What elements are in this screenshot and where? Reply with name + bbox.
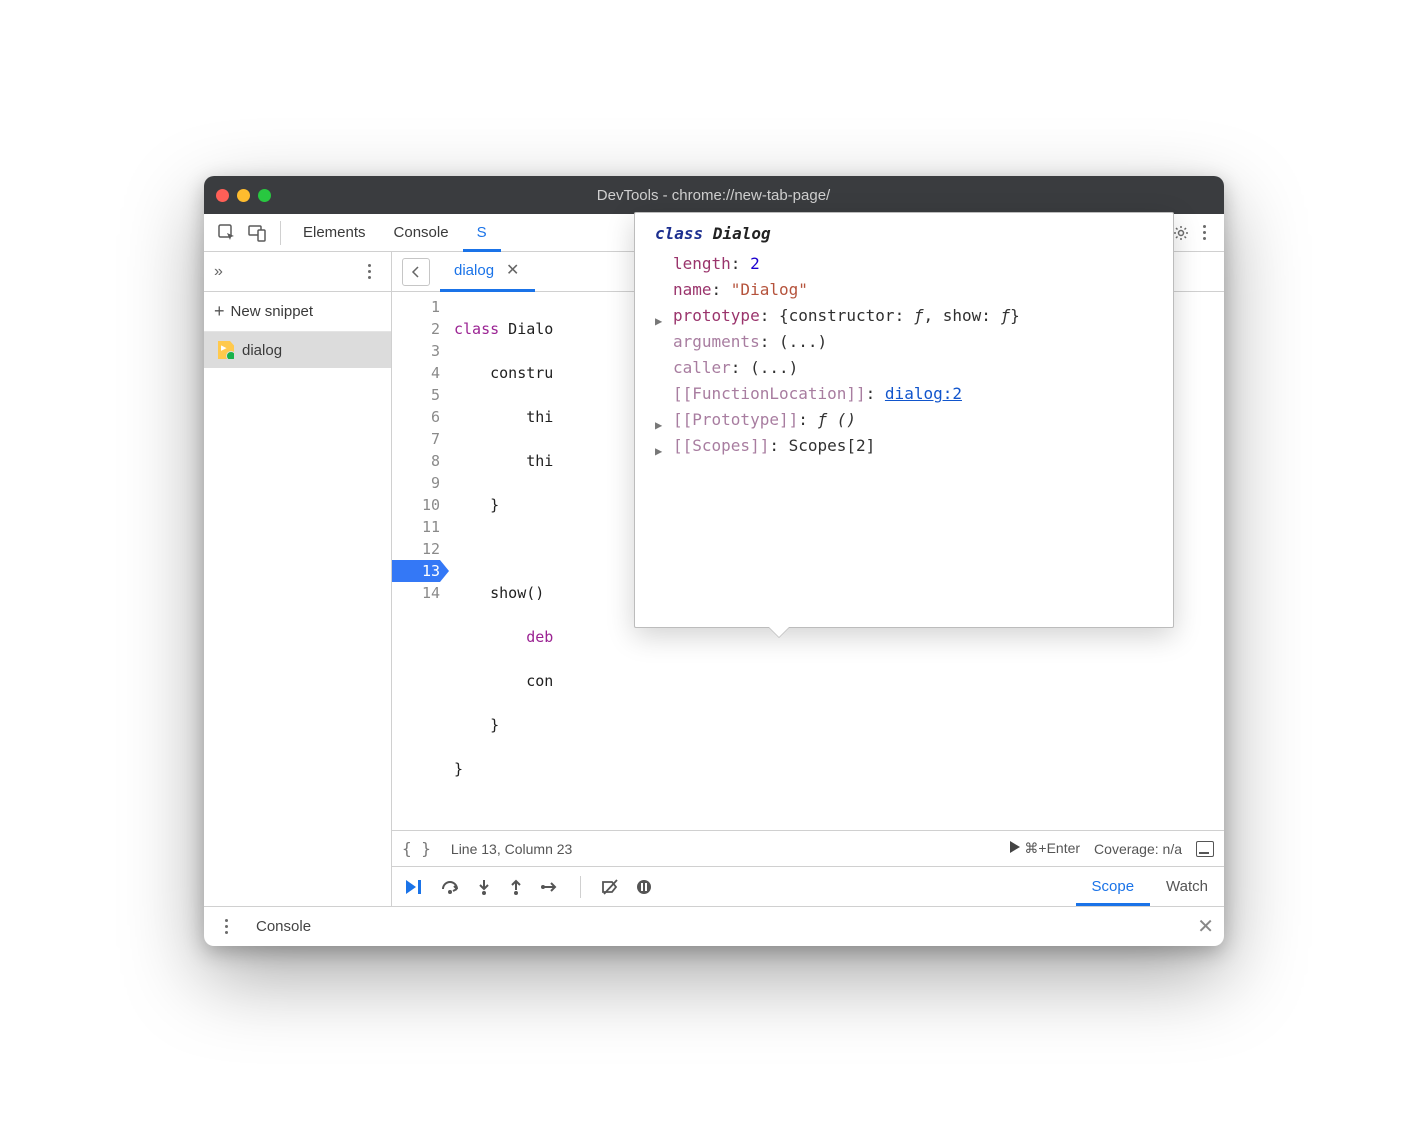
editor-tab-dialog[interactable]: dialog ✕ (440, 252, 535, 292)
chevron-right-icon[interactable]: ▶ (655, 438, 662, 464)
tab-console[interactable]: Console (380, 214, 463, 252)
coverage-label: Coverage: n/a (1094, 841, 1182, 857)
prop-length[interactable]: length: 2 (655, 251, 1159, 277)
close-window-button[interactable] (216, 189, 229, 202)
sidebar-top: » (204, 252, 391, 292)
value-preview-popover: class Dialog length: 2 name: "Dialog" ▶ … (634, 212, 1174, 628)
more-options-icon[interactable] (1192, 225, 1216, 240)
plus-icon: + (214, 301, 225, 322)
debugger-toolbar: Scope Watch (392, 866, 1224, 906)
function-location-link[interactable]: dialog:2 (885, 384, 962, 403)
console-label: Console (256, 918, 311, 935)
run-snippet-button[interactable]: ⌘+Enter (1010, 840, 1080, 857)
popover-header: class Dialog (655, 221, 1159, 251)
scope-tab[interactable]: Scope (1076, 867, 1151, 906)
expand-panel-icon[interactable]: » (214, 263, 223, 281)
toggle-drawer-icon[interactable] (1196, 841, 1214, 857)
prop-internal-prototype[interactable]: ▶ [[Prototype]]: ƒ () (655, 407, 1159, 433)
new-snippet-label: New snippet (231, 303, 314, 320)
pretty-print-icon[interactable]: { } (402, 839, 431, 858)
sidebar: » + New snippet dialog (204, 252, 392, 906)
prop-caller[interactable]: caller: (...) (655, 355, 1159, 381)
prop-prototype[interactable]: ▶ prototype: {constructor: ƒ, show: ƒ} (655, 303, 1159, 329)
snippet-item[interactable]: dialog (204, 332, 391, 368)
pause-on-exceptions-icon[interactable] (635, 878, 653, 896)
gutter: 1 2 3 4 5 6 7 8 9 10 11 12 13 14 (392, 292, 448, 830)
titlebar: DevTools - chrome://new-tab-page/ (204, 176, 1224, 214)
devtools-window: DevTools - chrome://new-tab-page/ Elemen… (204, 176, 1224, 946)
minimize-window-button[interactable] (237, 189, 250, 202)
watch-tab[interactable]: Watch (1150, 867, 1224, 906)
active-line-number: 13 (392, 560, 440, 582)
tab-elements[interactable]: Elements (289, 214, 380, 252)
console-more-icon[interactable] (214, 919, 238, 934)
device-toggle-icon[interactable] (242, 218, 272, 248)
snippet-file-icon (218, 341, 234, 359)
snippet-name: dialog (242, 342, 282, 359)
editor-statusbar: { } Line 13, Column 23 ⌘+Enter Coverage:… (392, 830, 1224, 866)
editor-tab-label: dialog (454, 262, 494, 279)
inspect-element-icon[interactable] (212, 218, 242, 248)
navigate-back-icon[interactable] (402, 258, 430, 286)
step-icon[interactable] (540, 879, 560, 895)
close-tab-icon[interactable]: ✕ (504, 260, 521, 280)
play-icon (1010, 841, 1020, 853)
prop-internal-scopes[interactable]: ▶ [[Scopes]]: Scopes[2] (655, 433, 1159, 459)
new-snippet-button[interactable]: + New snippet (204, 292, 391, 332)
deactivate-breakpoints-icon[interactable] (601, 878, 619, 896)
maximize-window-button[interactable] (258, 189, 271, 202)
step-over-icon[interactable] (440, 878, 460, 896)
prop-name[interactable]: name: "Dialog" (655, 277, 1159, 303)
sidebar-more-icon[interactable] (357, 264, 381, 279)
resume-icon[interactable] (404, 878, 424, 896)
tab-sources[interactable]: S (463, 214, 501, 252)
window-title: DevTools - chrome://new-tab-page/ (271, 187, 1156, 204)
prop-function-location[interactable]: [[FunctionLocation]]: dialog:2 (655, 381, 1159, 407)
cursor-position: Line 13, Column 23 (451, 841, 572, 857)
step-out-icon[interactable] (508, 878, 524, 896)
step-into-icon[interactable] (476, 878, 492, 896)
prop-arguments[interactable]: arguments: (...) (655, 329, 1159, 355)
traffic-lights (216, 189, 271, 202)
close-drawer-icon[interactable]: ✕ (1197, 914, 1214, 939)
console-drawer: Console ✕ (204, 906, 1224, 946)
